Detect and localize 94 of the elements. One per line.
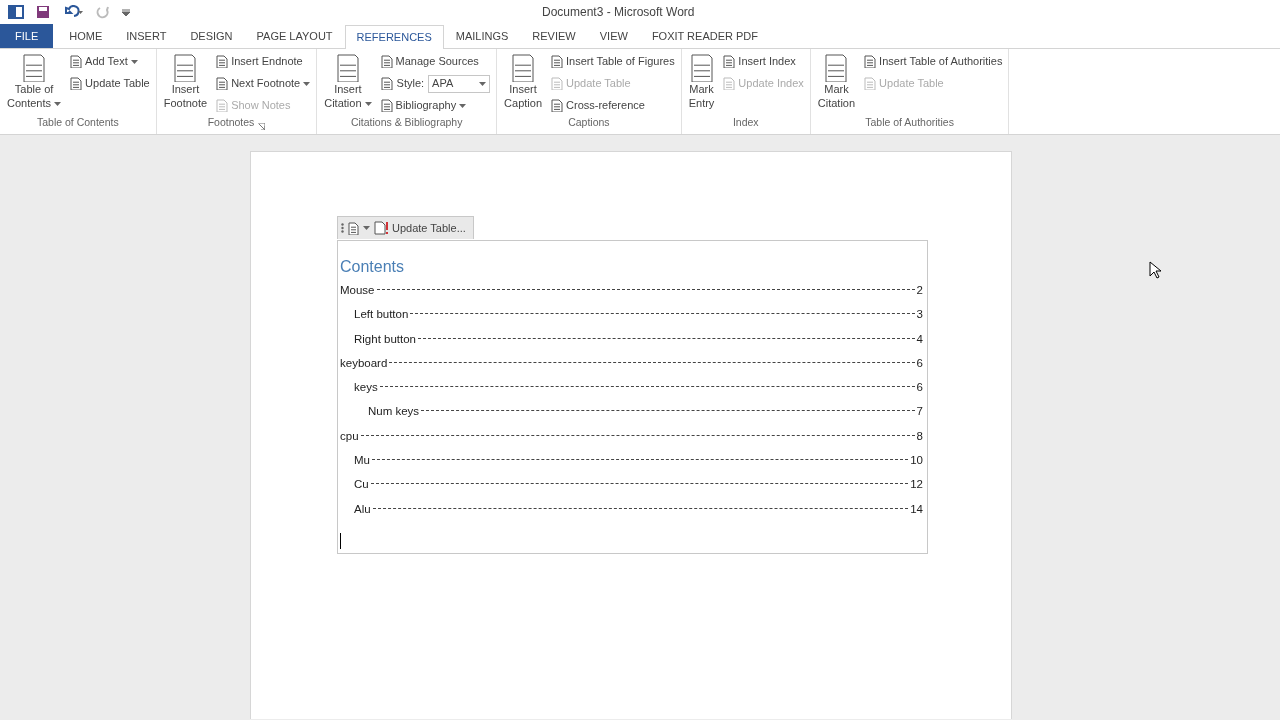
document-icon <box>23 54 46 82</box>
ribbon-button[interactable]: Insert Table of Figures <box>549 52 677 71</box>
toc-entry[interactable]: cpu <box>340 427 359 446</box>
document-icon <box>551 77 564 90</box>
ribbon-button[interactable]: Insert Footnote <box>160 52 211 116</box>
page-number: 3 <box>916 307 923 323</box>
customize-icon[interactable] <box>122 8 130 16</box>
ribbon-tab[interactable]: HOME <box>57 24 115 48</box>
toc-entry[interactable]: Mu <box>354 452 370 470</box>
toc-heading: Contents <box>340 257 406 277</box>
document-icon <box>380 99 393 112</box>
caret-icon <box>54 102 62 107</box>
grip-icon[interactable] <box>341 223 344 233</box>
group-label: Footnotes <box>207 115 255 131</box>
toc-entry[interactable]: Right button <box>354 330 416 348</box>
ribbon-button[interactable]: Mark Citation <box>814 52 859 116</box>
page-number: 8 <box>916 428 923 444</box>
page-number: 6 <box>916 355 923 371</box>
toc-entry[interactable]: Alu <box>354 500 371 518</box>
ribbon-tab[interactable]: MAILINGS <box>443 24 521 48</box>
ribbon-tab[interactable]: DESIGN <box>178 24 245 48</box>
save-icon[interactable] <box>36 5 50 19</box>
file-tab[interactable]: FILE <box>0 24 54 48</box>
ribbon-tab[interactable]: INSERT <box>114 24 179 48</box>
group-label: Table of Authorities <box>865 115 954 131</box>
ribbon-button[interactable]: Bibliography <box>378 96 493 115</box>
style-dropdown[interactable]: APA <box>428 74 491 93</box>
ribbon-button[interactable]: Update Table <box>68 74 152 93</box>
page-number: 4 <box>916 331 923 347</box>
caret-icon <box>364 102 372 107</box>
ribbon-button[interactable]: Table of Contents <box>4 52 65 116</box>
document-icon <box>864 77 877 90</box>
ribbon-button[interactable]: Insert Endnote <box>214 52 313 71</box>
document-icon <box>690 54 713 82</box>
group-label: Table of Contents <box>37 115 119 131</box>
ribbon-tab[interactable]: REVIEW <box>520 24 588 48</box>
document-icon <box>551 99 564 112</box>
document-icon <box>336 54 359 82</box>
group-label: Citations & Bibliography <box>350 115 463 131</box>
toc-entry[interactable]: keys <box>354 379 378 397</box>
ribbon-button[interactable]: Cross-reference <box>549 96 677 115</box>
toc-entry[interactable]: Left button <box>354 306 409 324</box>
document-icon <box>864 55 877 68</box>
caret-icon <box>130 59 138 64</box>
document-icon <box>380 55 393 68</box>
toc-entry[interactable]: keyboard <box>340 354 388 373</box>
document-icon <box>512 54 535 82</box>
group-label: Captions <box>568 115 610 131</box>
ribbon-tab[interactable]: VIEW <box>587 24 640 48</box>
page-number: 7 <box>916 404 923 420</box>
ribbon-button[interactable]: Insert Table of Authorities <box>862 52 1005 71</box>
document-icon <box>174 54 197 82</box>
caret-icon <box>303 81 311 86</box>
document-icon <box>825 54 848 82</box>
ribbon-tab[interactable]: FOXIT READER PDF <box>639 24 771 48</box>
document-icon <box>723 77 736 90</box>
ribbon-tab[interactable]: PAGE LAYOUT <box>244 24 345 48</box>
caret-icon <box>363 226 370 230</box>
document-icon <box>723 55 736 68</box>
document-icon <box>348 221 359 235</box>
page-number: 12 <box>910 477 923 493</box>
document-icon <box>70 55 83 68</box>
ribbon-button[interactable]: Insert Caption <box>501 52 546 116</box>
update-table-button[interactable]: Update Table... <box>374 219 466 237</box>
caret-icon <box>479 81 487 86</box>
document-icon <box>70 77 83 90</box>
ribbon-button[interactable]: Mark Entry <box>685 52 718 116</box>
page-number: 6 <box>916 380 923 396</box>
document-icon <box>216 55 229 68</box>
document-icon <box>551 55 564 68</box>
caret-icon <box>459 103 467 108</box>
page-number: 10 <box>910 453 923 469</box>
undo-icon[interactable] <box>62 5 84 19</box>
ribbon-tab[interactable]: REFERENCES <box>344 25 444 49</box>
dialog-launcher-icon[interactable] <box>258 123 266 130</box>
toc-entry[interactable]: Cu <box>354 476 369 494</box>
ribbon-button[interactable]: Next Footnote <box>214 74 313 93</box>
document-warning-icon <box>374 221 389 235</box>
ribbon-button[interactable]: Insert Citation <box>321 52 375 116</box>
mouse-pointer-icon <box>1149 260 1161 279</box>
ribbon-button[interactable]: Insert Index <box>721 52 806 71</box>
group-label: Index <box>732 115 759 131</box>
window-title: Document3 - Microsoft Word <box>542 4 695 21</box>
page-number: 14 <box>910 501 923 517</box>
document-icon <box>216 99 229 112</box>
style-label: Style: <box>396 76 425 92</box>
page-number: 2 <box>916 283 923 298</box>
text-cursor <box>340 533 341 549</box>
ribbon-button[interactable]: Manage Sources <box>378 52 493 71</box>
document-icon <box>380 77 393 90</box>
toc-entry[interactable]: Num keys <box>368 403 420 421</box>
ribbon-button[interactable]: Add Text <box>68 52 152 71</box>
document-icon <box>216 77 229 90</box>
toc-entry[interactable]: Mouse <box>340 282 375 300</box>
